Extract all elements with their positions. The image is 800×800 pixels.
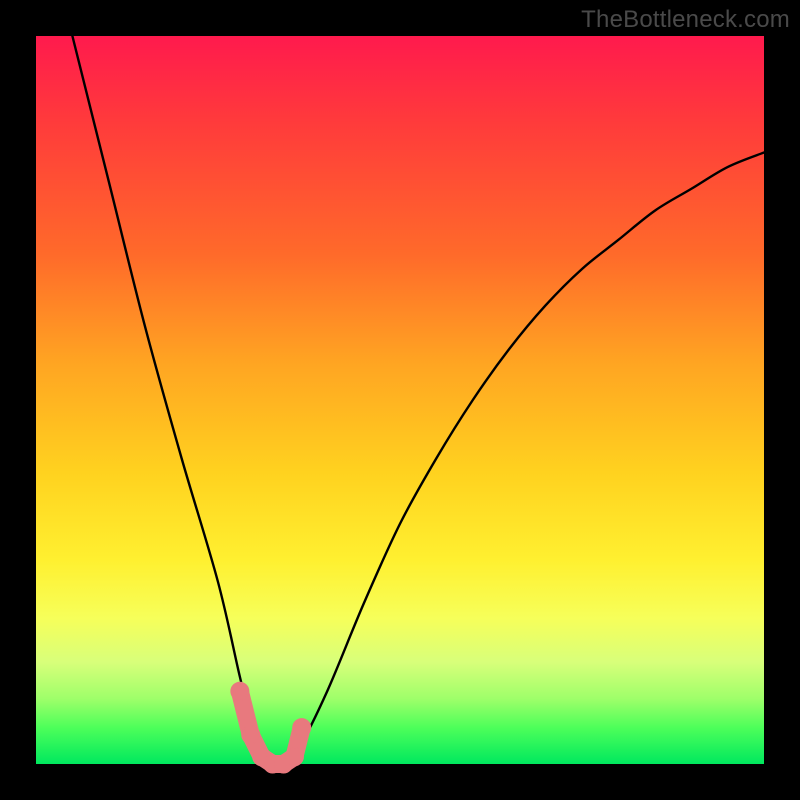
- bottom-marker: [231, 682, 311, 773]
- watermark-text: TheBottleneck.com: [581, 6, 790, 34]
- chart-svg: [36, 36, 764, 764]
- chart-frame: TheBottleneck.com: [0, 0, 800, 800]
- bottleneck-curve: [72, 36, 764, 767]
- plot-area: [36, 36, 764, 764]
